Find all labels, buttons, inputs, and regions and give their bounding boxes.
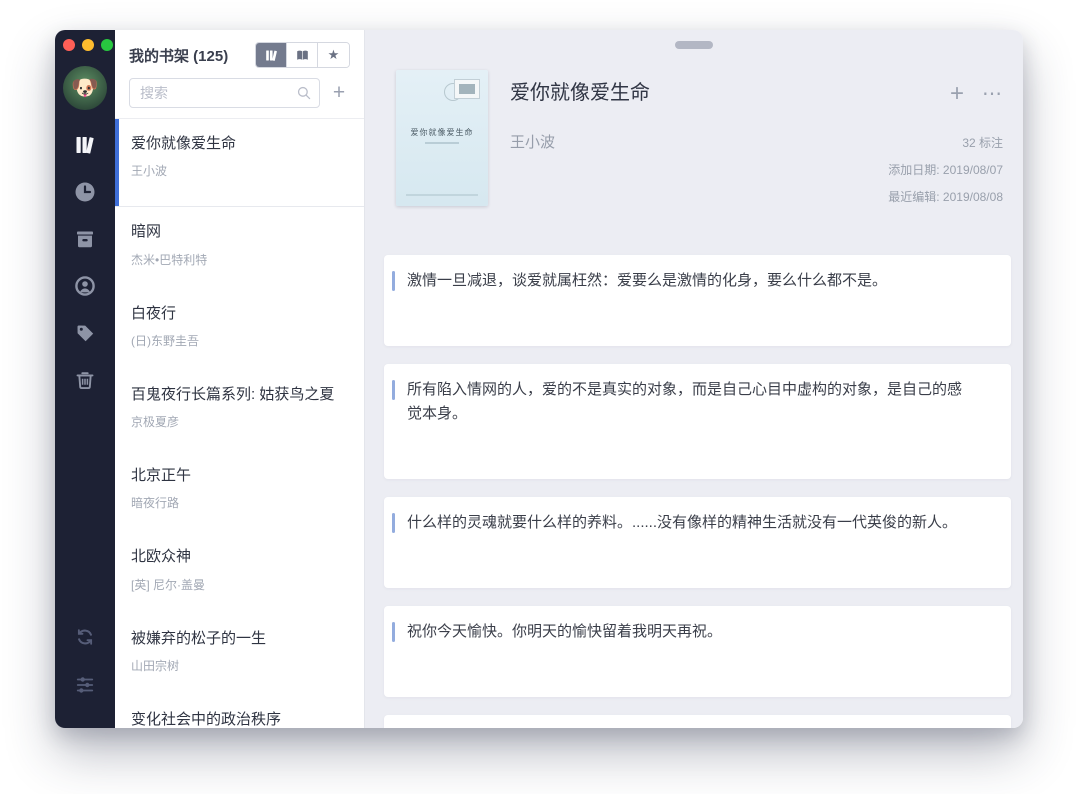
highlight-text: 祝你今天愉快。你明天的愉快留着我明天再祝。 <box>407 623 723 640</box>
library-icon[interactable] <box>72 132 98 158</box>
view-toggle: ★ <box>255 42 350 68</box>
book-list-item-author: 王小波 <box>131 164 168 179</box>
traffic-lights <box>63 39 113 51</box>
book-list-item[interactable]: 变化社会中的政治秩序 塞缪尔·P·亨廷顿 <box>115 695 364 728</box>
highlight-text: 什么样的灵魂就要什么样的养料。......没有像样的精神生活就没有一代英俊的新人… <box>407 513 958 531</box>
book-author: 王小波 <box>510 134 556 151</box>
book-list-item-title: 变化社会中的政治秩序 <box>131 710 282 728</box>
book-list-item[interactable]: 百鬼夜行长篇系列: 姑获鸟之夏 京极夏彦 <box>115 370 364 451</box>
book-list-item-title: 被嫌弃的松子的一生 <box>131 629 267 647</box>
highlight-text: 激情一旦减退，谈爱就属枉然：爱要么是激情的化身，要么什么都不是。 <box>407 272 888 289</box>
app-window: 🐶 我的书架 (125) ★ 搜索 + 爱你就像爱生命 王小波 暗网 杰米•巴特… <box>55 30 1023 728</box>
cover-subtitle-line <box>425 142 459 144</box>
bookshelf-header: 我的书架 (125) ★ <box>115 30 364 72</box>
book-list-item-title: 北欧众神 <box>131 548 192 566</box>
highlight-card[interactable]: 所有陷入情网的人，爱的不是真实的对象，而是自己心目中虚构的对象，是自己的感觉本身… <box>384 364 1011 479</box>
trash-icon[interactable] <box>72 367 98 393</box>
sync-icon[interactable] <box>72 624 98 650</box>
tag-icon[interactable] <box>72 320 98 346</box>
highlight-card[interactable]: 什么样的灵魂就要什么样的养料。......没有像样的精神生活就没有一代英俊的新人… <box>384 496 1011 588</box>
book-list-item[interactable]: 白夜行 (日)东野圭吾 <box>115 289 364 370</box>
book-list-item-title: 北京正午 <box>131 467 192 484</box>
book-list-item-title: 暗网 <box>131 223 162 241</box>
book-detail-pane: 爱你就像爱生命 爱你就像爱生命 王小波 + ⋯ 32 标注 添加日期: 2019… <box>365 30 1023 728</box>
bookshelf-panel: 我的书架 (125) ★ + 爱你就像爱生命 王小波 暗网 杰米•巴特利 <box>115 30 365 728</box>
book-list-item-author: 山田宗树 <box>131 658 180 673</box>
added-date: 添加日期: 2019/08/07 <box>888 163 1003 177</box>
bookshelf-title: 我的书架 (125) <box>129 47 229 65</box>
book-meta: 32 标注 添加日期: 2019/08/07 最近编辑: 2019/08/08 <box>888 130 1003 211</box>
starred-view-button[interactable]: ★ <box>318 43 349 67</box>
book-list-item[interactable]: 北京正午 暗夜行路 <box>115 451 364 532</box>
book-list-item-author: 暗夜行路 <box>131 496 180 511</box>
minimize-button[interactable] <box>82 39 94 51</box>
avatar[interactable]: 🐶 <box>63 66 107 110</box>
book-list-item-author: (日)东野圭吾 <box>131 333 199 348</box>
highlight-card[interactable]: 祝你今天愉快。你明天的愉快留着我明天再祝。 <box>384 606 1011 698</box>
sidebar-footer <box>72 624 98 698</box>
add-annotation-button[interactable]: + <box>950 82 964 106</box>
contacts-icon[interactable] <box>72 273 98 299</box>
book-list-item[interactable]: 暗网 杰米•巴特利特 <box>115 207 364 288</box>
zoom-button[interactable] <box>101 39 113 51</box>
edited-date: 最近编辑: 2019/08/08 <box>888 190 1003 204</box>
book-info: 爱你就像爱生命 王小波 <box>510 70 650 206</box>
book-list-item[interactable]: 北欧众神 [英] 尼尔·盖曼 <box>115 532 364 613</box>
book-detail-header: 爱你就像爱生命 爱你就像爱生命 王小波 + ⋯ 32 标注 添加日期: 2019… <box>396 70 1007 206</box>
book-list-item-title: 爱你就像爱生命 <box>131 135 237 152</box>
more-options-button[interactable]: ⋯ <box>982 84 1003 104</box>
search-icon <box>297 86 311 100</box>
book-list-item[interactable]: 爱你就像爱生命 王小波 <box>115 119 364 208</box>
library-view-button[interactable] <box>256 43 287 67</box>
book-list-item-title: 白夜行 <box>131 304 177 322</box>
add-book-button[interactable]: + <box>328 78 350 108</box>
highlight-card[interactable]: 激情一旦减退，谈爱就属枉然：爱要么是激情的化身，要么什么都不是。 <box>384 255 1011 347</box>
close-button[interactable] <box>63 39 75 51</box>
book-view-button[interactable] <box>287 43 318 67</box>
book-list-item-title: 百鬼夜行长篇系列: 姑获鸟之夏 <box>131 385 335 403</box>
clock-icon[interactable] <box>72 179 98 205</box>
book-list-item-author: 京极夏彦 <box>131 415 180 429</box>
sidebar-nav <box>72 132 98 393</box>
book-list: 爱你就像爱生命 王小波 暗网 杰米•巴特利特 白夜行 (日)东野圭吾 百鬼夜行长… <box>115 119 364 728</box>
search-row: + <box>115 72 364 119</box>
highlight-card[interactable]: 我的灵魂里有很多地方玩世不恭，对人傲慢无礼，但是它有一个核心，这个核心害怕 <box>384 715 1011 728</box>
stamp-icon <box>454 79 480 99</box>
window-drag-handle[interactable] <box>675 41 713 49</box>
highlight-list: 激情一旦减退，谈爱就属枉然：爱要么是激情的化身，要么什么都不是。 所有陷入情网的… <box>384 255 1011 728</box>
book-title: 爱你就像爱生命 <box>510 82 650 104</box>
book-list-item[interactable]: 被嫌弃的松子的一生 山田宗树 <box>115 614 364 695</box>
book-list-item-author: [英] 尼尔·盖曼 <box>131 577 205 592</box>
detail-actions: + ⋯ <box>950 82 1003 106</box>
filter-settings-icon[interactable] <box>72 672 98 698</box>
app-sidebar: 🐶 <box>55 30 115 728</box>
annotation-count: 32 标注 <box>962 136 1003 150</box>
highlight-text: 所有陷入情网的人，爱的不是真实的对象，而是自己心目中虚构的对象，是自己的感觉本身… <box>407 381 963 422</box>
book-cover: 爱你就像爱生命 <box>396 70 488 206</box>
cover-title: 爱你就像爱生命 <box>410 128 474 137</box>
search-input[interactable] <box>129 78 320 108</box>
cover-footer-line <box>406 194 478 196</box>
book-list-item-author: 杰米•巴特利特 <box>131 252 208 267</box>
archive-icon[interactable] <box>72 226 98 252</box>
